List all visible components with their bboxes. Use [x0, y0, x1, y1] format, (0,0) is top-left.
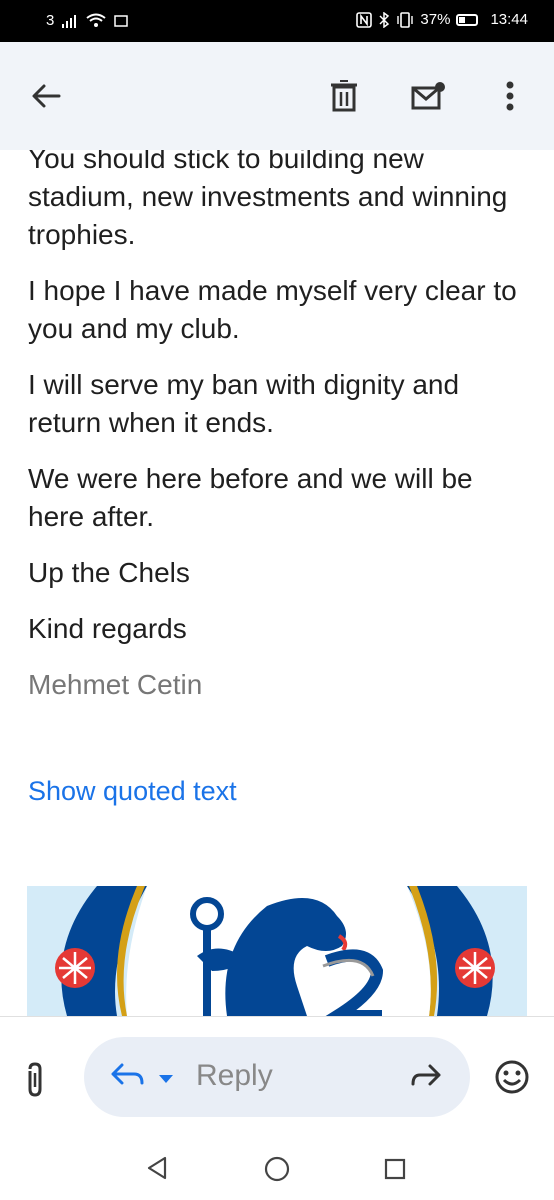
chelsea-crest-image	[27, 886, 527, 1016]
paragraph-4: We were here before and we will be here …	[28, 463, 473, 532]
system-nav-bar	[0, 1134, 554, 1200]
paragraph-5: Up the Chels	[28, 557, 190, 588]
carrier-label: 3	[46, 12, 55, 29]
back-button[interactable]	[28, 78, 64, 114]
bluetooth-icon	[379, 11, 390, 28]
caret-down-icon	[159, 1075, 173, 1083]
paragraph-3: I will serve my ban with dignity and ret…	[28, 369, 460, 438]
signature: Mehmet Cetin	[28, 669, 203, 700]
paperclip-icon	[28, 1062, 42, 1097]
more-button[interactable]	[492, 78, 528, 114]
wifi-icon	[86, 13, 106, 27]
reply-field[interactable]: Reply	[84, 1037, 470, 1117]
attached-image[interactable]	[27, 886, 527, 1016]
nfc-icon	[356, 11, 373, 28]
paragraph-2: I hope I have made myself very clear to …	[28, 275, 517, 344]
nav-home-button[interactable]	[264, 1156, 290, 1187]
more-vert-icon	[506, 81, 514, 111]
forward-button[interactable]	[410, 1063, 442, 1094]
battery-percent: 37%	[420, 11, 451, 28]
emoji-icon	[495, 1060, 529, 1094]
reply-bar: Reply	[0, 1016, 554, 1135]
data-icon	[114, 14, 129, 27]
status-bar: 3 37% 13:44	[0, 0, 554, 42]
nav-back-button[interactable]	[146, 1156, 168, 1185]
nav-home-icon	[264, 1156, 290, 1182]
battery-icon	[456, 13, 479, 26]
signal-icon	[62, 14, 77, 28]
mark-unread-button[interactable]	[410, 78, 446, 114]
back-arrow-icon	[32, 84, 61, 108]
app-bar	[0, 42, 554, 150]
forward-icon	[411, 1064, 441, 1086]
mark-unread-icon	[411, 82, 445, 110]
clock: 13:44	[490, 11, 528, 28]
trash-icon	[331, 80, 357, 112]
show-quoted-text-link[interactable]: Show quoted text	[28, 776, 237, 807]
reply-options-dropdown[interactable]	[158, 1071, 174, 1089]
vibrate-icon	[397, 11, 414, 28]
nav-recents-icon	[384, 1158, 406, 1180]
reply-icon	[111, 1063, 144, 1085]
reply-button[interactable]	[110, 1061, 144, 1094]
delete-button[interactable]	[326, 78, 362, 114]
reply-label: Reply	[196, 1059, 273, 1092]
attach-button[interactable]	[22, 1061, 48, 1106]
nav-back-icon	[147, 1156, 167, 1180]
paragraph-1: stadium, new investments and winning tro…	[28, 181, 508, 250]
emoji-button[interactable]	[494, 1059, 530, 1100]
email-body: You should stick to building new stadium…	[28, 140, 528, 722]
nav-recents-button[interactable]	[384, 1158, 406, 1185]
paragraph-6: Kind regards	[28, 613, 187, 644]
